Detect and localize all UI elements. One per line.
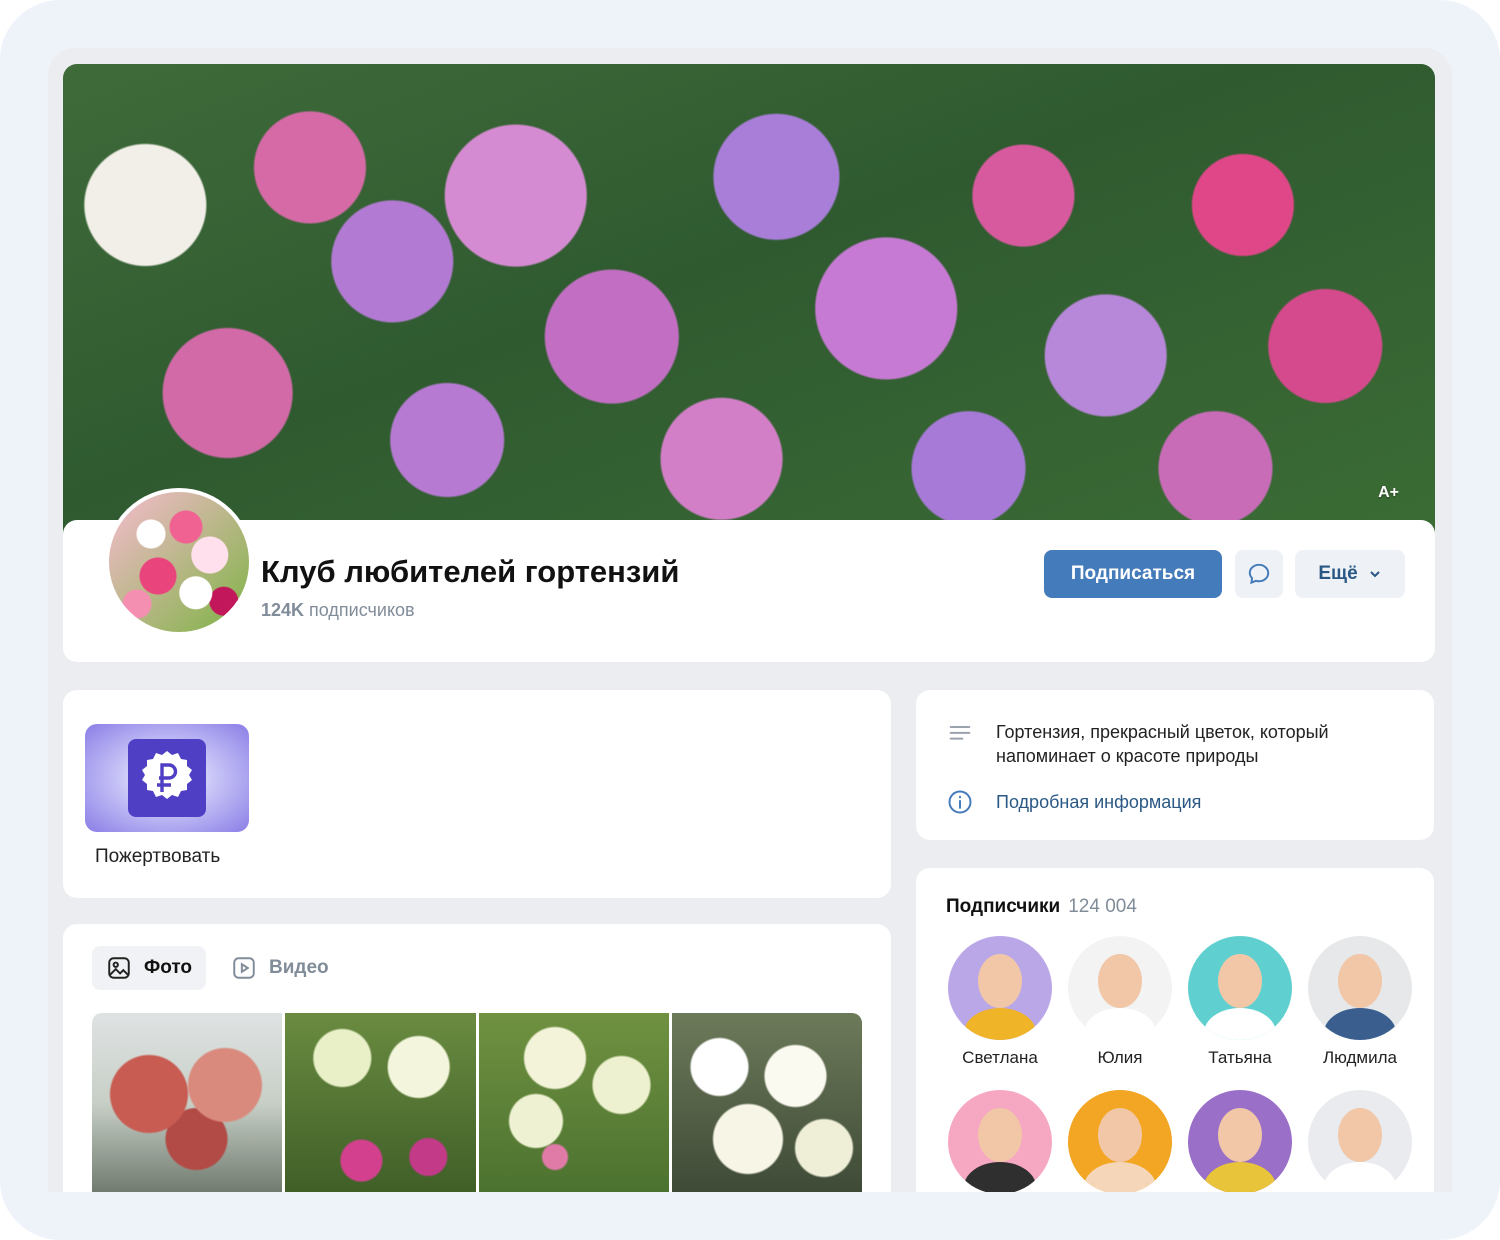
about-card: Гортензия, прекрасный цветок, который на…: [916, 690, 1434, 840]
message-button[interactable]: [1235, 550, 1283, 598]
chat-bubble-icon: [1248, 563, 1270, 585]
video-icon: [233, 957, 255, 979]
photo-thumbnail[interactable]: [92, 1013, 283, 1192]
page-title: Клуб любителей гортензий: [261, 554, 680, 589]
subscriber-name: Светлана: [962, 1048, 1038, 1067]
community-description: Гортензия, прекрасный цветок, который на…: [996, 722, 1329, 766]
tab-photo-label: Фото: [144, 957, 193, 978]
subscriber-item[interactable]: Татьяна: [1180, 936, 1300, 1068]
info-link-row[interactable]: Подробная информация: [946, 788, 1201, 816]
community-header: Клуб любителей гортензий 124K подписчико…: [63, 488, 1435, 662]
subscriber-name: Татьяна: [1208, 1048, 1272, 1067]
subscribers-total: 124 004: [1068, 896, 1137, 917]
subscriber-avatar: [948, 936, 1052, 1040]
tab-video[interactable]: Видео: [217, 946, 343, 990]
subscriber-avatar: [1308, 1090, 1412, 1192]
more-button[interactable]: Ещё: [1295, 550, 1405, 598]
subscriber-item[interactable]: Людмила: [1300, 936, 1420, 1068]
subscriber-item[interactable]: [1300, 1090, 1420, 1192]
subscriber-avatar: [1188, 1090, 1292, 1192]
chevron-down-icon: [1369, 571, 1380, 578]
screenshot-frame: A+ Клуб любителей гортензий 124K подписч…: [0, 0, 1500, 1240]
donate-card: Пожертвовать: [63, 690, 891, 898]
photo-thumbnail[interactable]: [285, 1013, 476, 1192]
subscriber-item[interactable]: [940, 1090, 1060, 1192]
subscriber-avatar: [948, 1090, 1052, 1192]
subscriber-item[interactable]: [1180, 1090, 1300, 1192]
subscriber-avatar: [1068, 936, 1172, 1040]
community-avatar[interactable]: [105, 488, 253, 636]
subscribe-button[interactable]: Подписаться: [1044, 550, 1222, 598]
tab-video-label: Видео: [269, 957, 329, 978]
donate-label[interactable]: Пожертвовать: [95, 846, 220, 868]
photo-grid: [92, 1013, 862, 1192]
subscribers-label: подписчиков: [309, 600, 415, 620]
media-card: Фото Видео: [63, 924, 891, 1192]
subscriber-avatar: [1188, 936, 1292, 1040]
donate-icon-badge: [128, 739, 206, 817]
subscriber-name: Людмила: [1322, 1048, 1397, 1067]
description-row: Гортензия, прекрасный цветок, который на…: [946, 720, 1396, 768]
cover-badge: A+: [1378, 484, 1399, 501]
subscriber-avatar: [1308, 936, 1412, 1040]
photo-thumbnail[interactable]: [478, 1013, 669, 1192]
photo-icon: [108, 957, 130, 979]
subscriber-item[interactable]: [1060, 1090, 1180, 1192]
subscriber-avatar: [1068, 1090, 1172, 1192]
more-info-link[interactable]: Подробная информация: [996, 792, 1201, 813]
text-lines-icon: [949, 726, 971, 740]
subscribers-header[interactable]: Подписчики 124 004: [946, 896, 1137, 918]
subscribers-card: Подписчики 124 004 Светлана Юлия Татьяна: [916, 868, 1434, 1192]
donate-tile[interactable]: [85, 724, 249, 832]
subscriber-name: Юлия: [1097, 1048, 1143, 1067]
cover-image: A+: [63, 64, 1435, 534]
subscribers-title: Подписчики: [946, 896, 1061, 917]
subscribers-summary[interactable]: 124K подписчиков: [261, 600, 415, 621]
community-page: A+ Клуб любителей гортензий 124K подписч…: [48, 48, 1452, 1192]
tab-photo[interactable]: Фото: [92, 946, 207, 990]
ruble-seal-icon: [142, 751, 192, 799]
subscriber-item[interactable]: Юлия: [1060, 936, 1180, 1068]
photo-thumbnail[interactable]: [671, 1013, 862, 1192]
more-label: Ещё: [1318, 563, 1358, 584]
subscribers-count: 124K: [261, 600, 305, 620]
subscriber-item[interactable]: Светлана: [940, 936, 1060, 1068]
info-icon: [948, 790, 972, 814]
subscribers-grid: Светлана Юлия Татьяна Людмила: [940, 936, 1412, 1192]
